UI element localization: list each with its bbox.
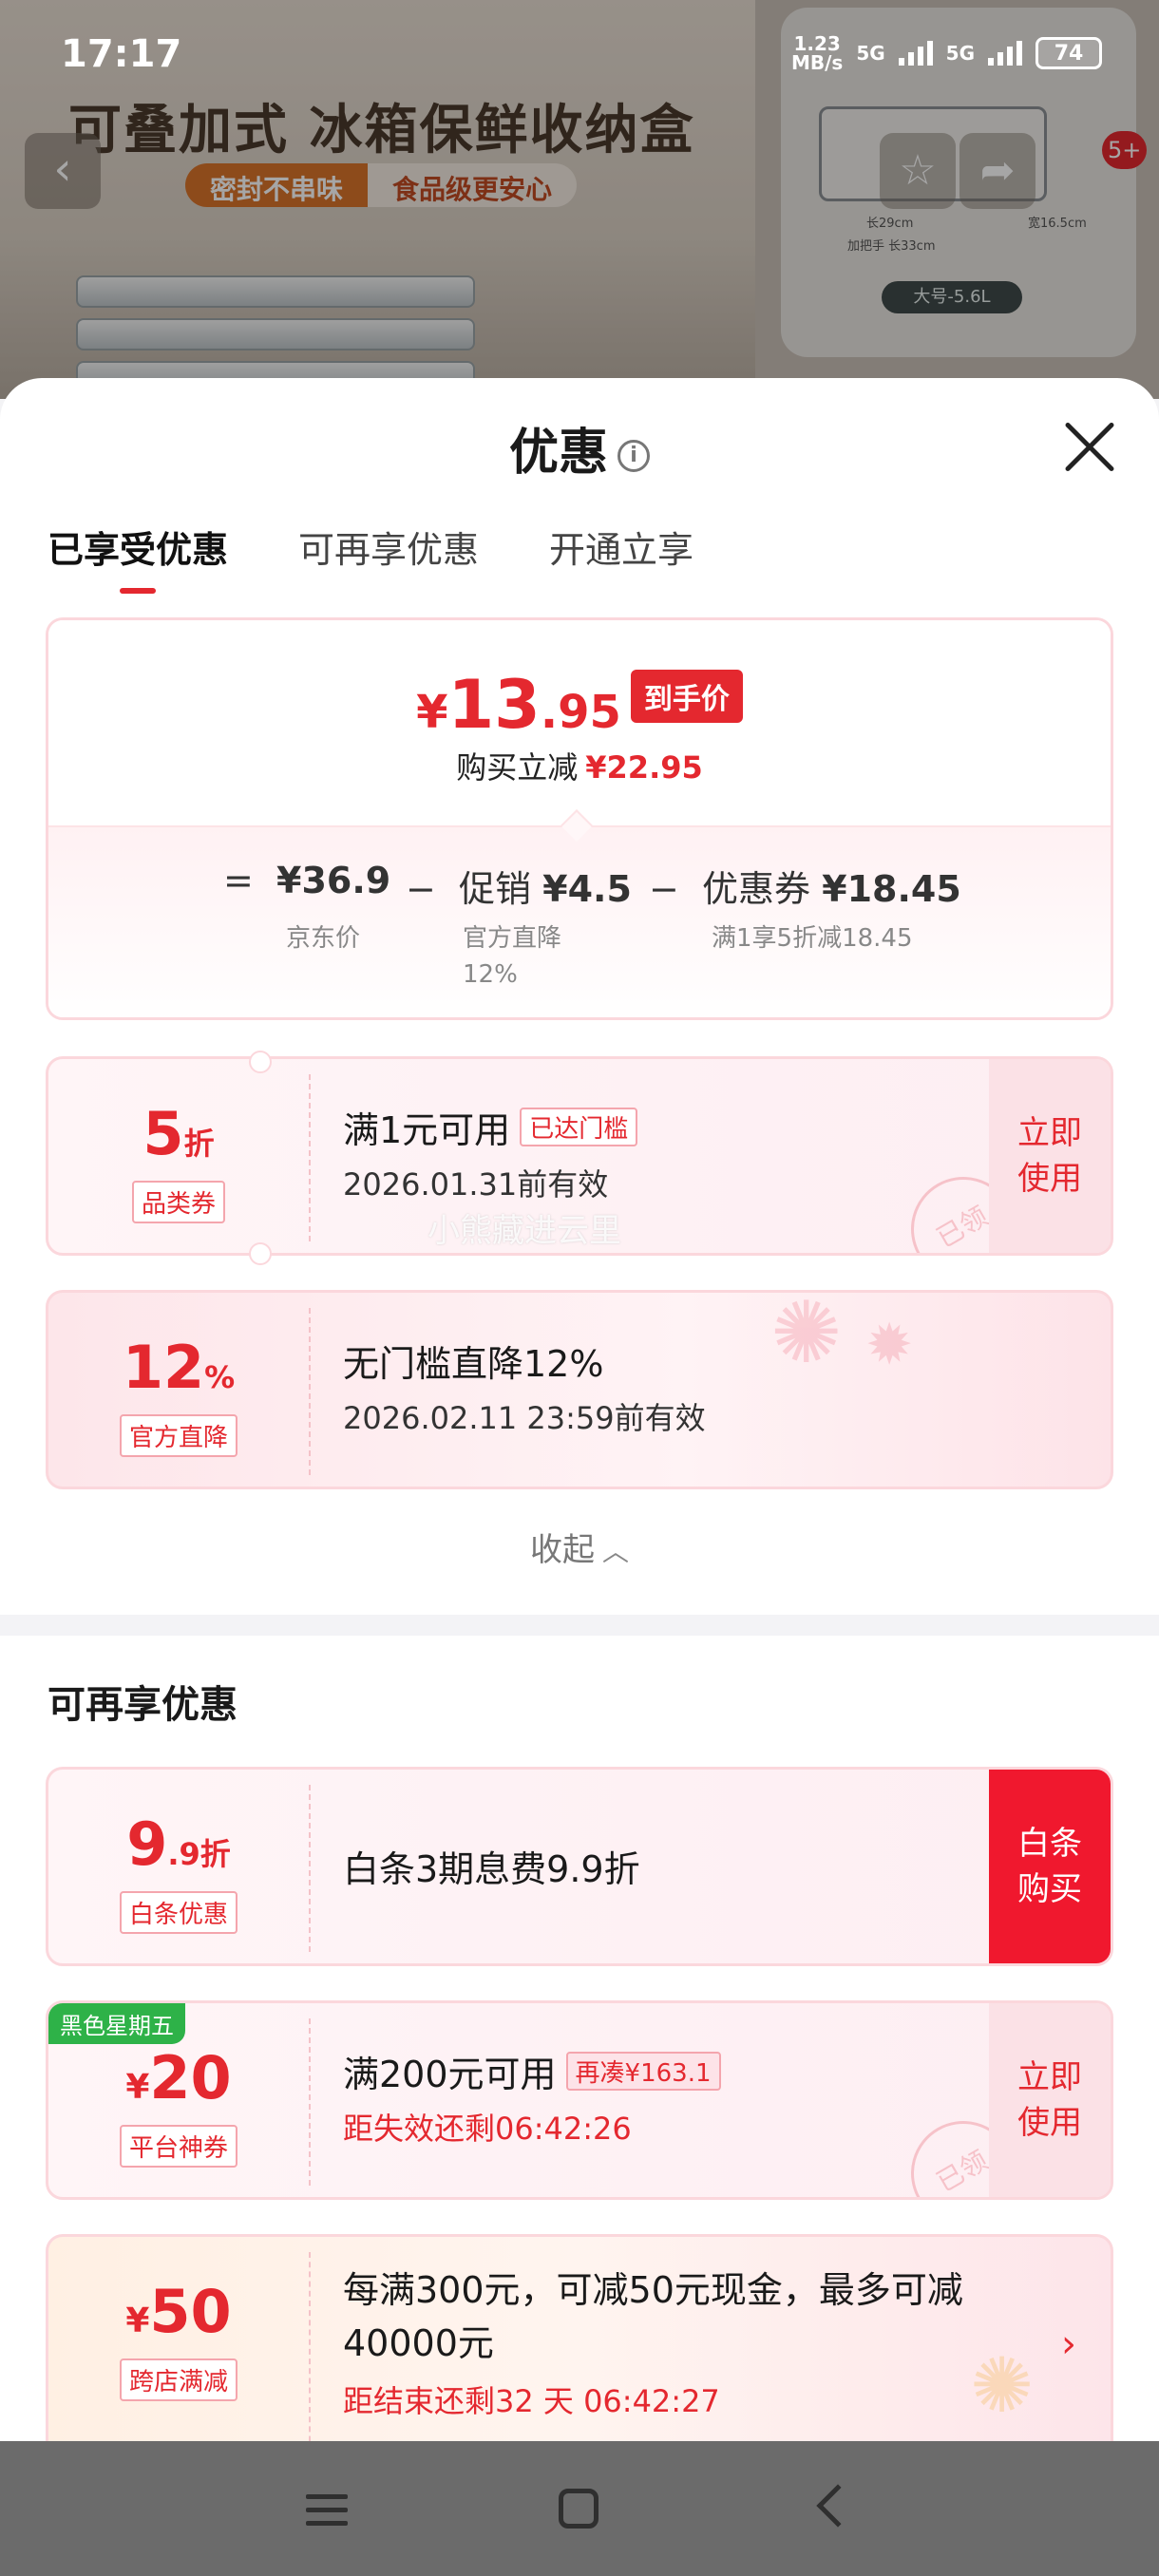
tab-enjoyed[interactable]: 已享受优惠: [48, 521, 228, 597]
coupon-card: ✺ ✹ 12% 官方直降 无门槛直降12% 2026.02.11 23:59前有…: [46, 1290, 1113, 1489]
status-indicators: 1.23 MB/s 5G 5G 74: [791, 34, 1102, 72]
price-breakdown: = ¥36.9 京东价 − 促销 ¥4.5 官方直降 12% − 优惠券 ¥18…: [48, 825, 1111, 1017]
chevron-up-icon: ︿: [601, 1536, 629, 1567]
home-icon[interactable]: [551, 2481, 608, 2538]
coupon-type-label: 跨店满减: [119, 2358, 238, 2401]
system-navigation-bar: [0, 2441, 1159, 2576]
network-type: 5G: [945, 42, 975, 65]
baitiao-buy-button[interactable]: 白条 购买: [989, 1770, 1111, 1963]
chevron-right-icon[interactable]: ›: [1061, 2322, 1076, 2366]
coupon-card: 9.9折 白条优惠 白条3期息费9.9折 白条 购买: [46, 1767, 1113, 1966]
sheet-title: 优惠: [508, 425, 608, 482]
sheet-header: 优惠 i: [0, 412, 1159, 483]
coupon-value: 5折: [142, 1099, 215, 1168]
use-now-button[interactable]: 立即 使用: [989, 2003, 1111, 2197]
coupon-title: 满200元可用 再凑¥163.1: [343, 2045, 978, 2097]
coupon-title: 无门槛直降12%: [343, 1343, 604, 1385]
final-price-tag: 到手价: [630, 670, 743, 723]
tab-activate[interactable]: 开通立享: [549, 521, 694, 597]
more-discounts-title: 可再享优惠: [48, 1683, 238, 1727]
coupon-card[interactable]: ✺ ¥50 跨店满减 每满300元，可减50元现金，最多可减40000元 距结束…: [46, 2234, 1113, 2441]
breakdown-coupon-label: 满1享5折减18.45: [712, 924, 913, 953]
final-price: ¥13.95 到手价: [48, 666, 1111, 744]
breakdown-promotion-label: 官方直降 12%: [463, 924, 562, 989]
coupon-title: 每满300元，可减50元现金，最多可减40000元: [343, 2269, 963, 2364]
breakdown-coupon: − 优惠券 ¥18.45: [649, 868, 961, 910]
coupon-type-label: 品类券: [131, 1181, 226, 1223]
coupon-title: 满1元可用 已达门槛: [343, 1101, 978, 1153]
network-type: 5G: [856, 42, 885, 65]
coupon-validity: 2026.02.11 23:59前有效: [343, 1400, 706, 1436]
signal-icon: [898, 41, 933, 66]
coupon-card: 黑色星期五 ¥20 平台神券 满200元可用 再凑¥163.1 距失效还剩06:4…: [46, 2000, 1113, 2200]
coupon-countdown: 距结束还剩32 天 06:42:27: [343, 2383, 720, 2419]
instant-discount-line: 购买立减 ¥22.95: [456, 749, 703, 786]
coupon-value: ¥20: [125, 2043, 232, 2112]
signal-icon: [988, 41, 1022, 66]
coupon-validity: 2026.01.31前有效: [343, 1166, 609, 1203]
menu-icon[interactable]: [298, 2481, 355, 2538]
coupon-value: 9.9折: [126, 1809, 231, 1879]
coupon-value: ¥50: [125, 2277, 232, 2346]
coupon-countdown: 距失效还剩06:42:26: [343, 2111, 632, 2147]
price-summary-card: ¥13.95 到手价 购买立减 ¥22.95 = ¥36.9 京东价 − 促销 ¥4…: [46, 617, 1113, 1020]
use-now-button[interactable]: 立即 使用: [989, 1059, 1111, 1253]
coupon-type-label: 官方直降: [119, 1414, 238, 1457]
back-icon[interactable]: [806, 2481, 863, 2538]
coupon-title: 白条3期息费9.9折: [343, 1848, 640, 1890]
breakdown-jd-price: = ¥36.9: [223, 860, 391, 901]
remaining-amount-badge: 再凑¥163.1: [565, 2052, 721, 2091]
collapse-button[interactable]: 收起 ︿: [0, 1524, 1159, 1570]
battery-icon: 74: [1036, 37, 1102, 69]
black-friday-tag: 黑色星期五: [48, 2003, 185, 2044]
network-speed: 1.23 MB/s: [790, 32, 844, 74]
status-time: 17:17: [61, 32, 182, 76]
coupon-type-label: 白条优惠: [119, 1891, 238, 1934]
breakdown-promotion: − 促销 ¥4.5: [406, 868, 632, 910]
discount-tabs: 已享受优惠 可再享优惠 开通立享: [48, 521, 694, 597]
info-icon[interactable]: i: [618, 440, 650, 472]
coupon-value: 12%: [122, 1333, 236, 1402]
tab-more-available[interactable]: 可再享优惠: [298, 521, 479, 597]
status-bar: 17:17 1.23 MB/s 5G 5G 74: [0, 0, 1159, 95]
close-icon[interactable]: [1062, 420, 1115, 473]
threshold-met-badge: 已达门槛: [520, 1108, 638, 1146]
discount-sheet: 优惠 i 已享受优惠 可再享优惠 开通立享 ¥13.95 到手价 购买立减 ¥22.9…: [0, 378, 1159, 2441]
coupon-type-label: 平台神券: [119, 2125, 238, 2168]
watermark: 小熊藏进云里: [428, 1212, 621, 1250]
breakdown-jd-price-label: 京东价: [286, 924, 361, 953]
